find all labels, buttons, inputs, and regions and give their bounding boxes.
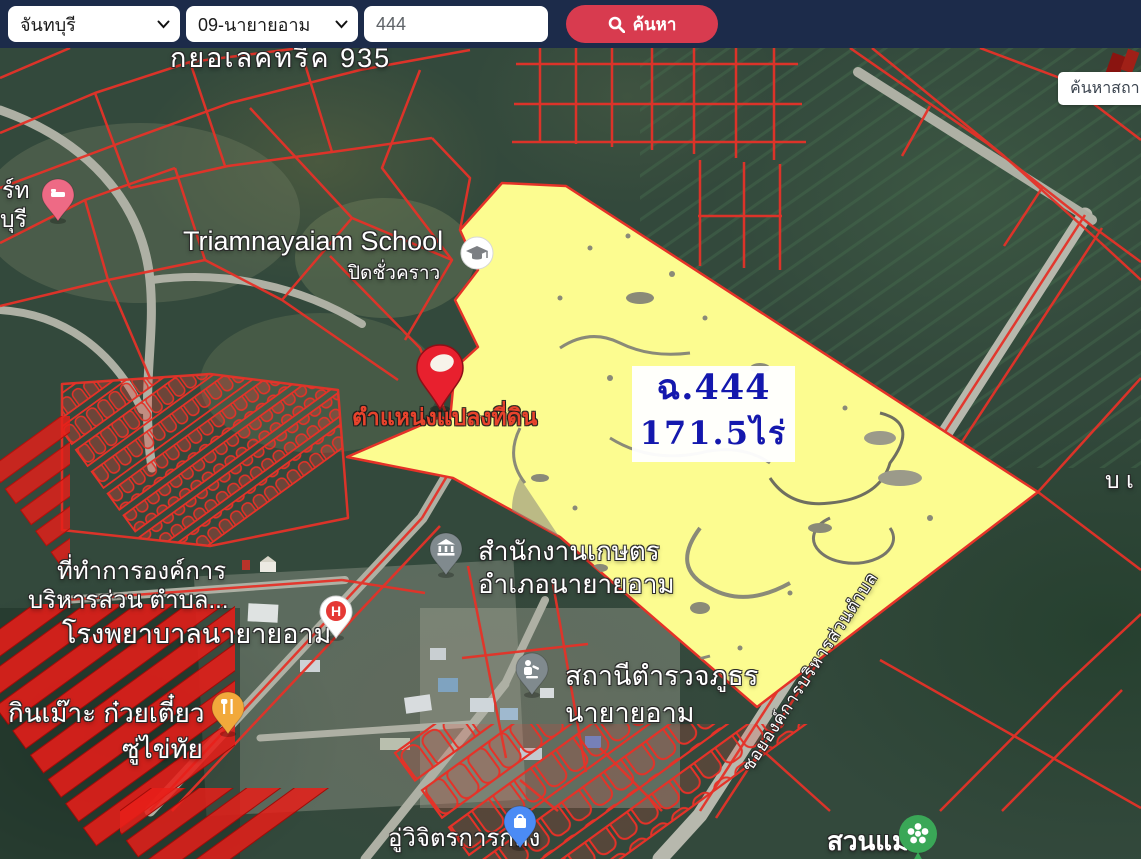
school-icon[interactable]	[459, 235, 495, 276]
place-search-box[interactable]: ค้นหาสถา	[1058, 72, 1141, 105]
search-button-label: ค้นหา	[633, 11, 677, 38]
parcel-deed-number: ฉ.444	[632, 366, 795, 410]
parcel-info-sign: ฉ.444 171.5ไร่	[632, 366, 795, 462]
map-label-school: Triamnayaiam School	[183, 226, 443, 257]
building-icon	[240, 556, 280, 581]
chevron-down-icon	[157, 20, 170, 29]
map-label-agri-office-2: อำเภอนายายอาม	[478, 564, 675, 605]
map-label-powerline: กยอเลคทรีค 935	[170, 48, 391, 79]
restaurant-pin-icon[interactable]	[210, 691, 246, 742]
search-toolbar: จันทบุรี 09-นายายอาม ค้นหา	[0, 0, 1141, 48]
park-pin-icon[interactable]	[896, 813, 940, 859]
svg-text:H: H	[331, 603, 341, 619]
search-icon	[608, 16, 625, 33]
map-label-police-2: นายายอาม	[565, 691, 695, 734]
map-label-noodle-1: กินเม๊าะ ก๋วยเตี๋ยว	[8, 693, 205, 734]
search-button[interactable]: ค้นหา	[566, 5, 718, 43]
province-select[interactable]: จันทบุรี	[8, 6, 180, 42]
province-select-value: จันทบุรี	[20, 10, 76, 39]
map-label-noodle-2: ซู่ไข่ทัย	[122, 729, 203, 770]
district-select[interactable]: 09-นายายอาม	[186, 6, 358, 42]
hospital-pin-icon[interactable]: H	[318, 595, 354, 646]
lodging-pin-icon[interactable]	[40, 178, 76, 229]
shopping-pin-icon[interactable]	[502, 805, 538, 856]
chevron-down-icon	[335, 20, 348, 29]
map-label-partial-right: บ เ	[1105, 463, 1134, 499]
place-search-label: ค้นหาสถา	[1070, 76, 1140, 101]
land-search-app: จันทบุรี 09-นายายอาม ค้นหา	[0, 0, 1141, 859]
map-label-hospital: โรงพยาบาลนายายอาม	[62, 612, 331, 655]
parcel-area: 171.5ไร่	[632, 410, 795, 456]
agriculture-office-pin-icon[interactable]	[428, 532, 464, 583]
map-label-school-status: ปิดชั่วคราว	[348, 258, 440, 288]
map-canvas[interactable]: กยอเลคทรีค 935 ร์ท บุรี Triamnayaiam Sch…	[0, 48, 1141, 859]
map-label-resort-2: บุรี	[0, 202, 27, 238]
parcel-location-pin-icon[interactable]	[413, 343, 467, 418]
district-select-value: 09-นายายอาม	[198, 10, 310, 39]
parcel-number-input[interactable]	[364, 6, 548, 42]
police-pin-icon[interactable]	[514, 652, 550, 703]
